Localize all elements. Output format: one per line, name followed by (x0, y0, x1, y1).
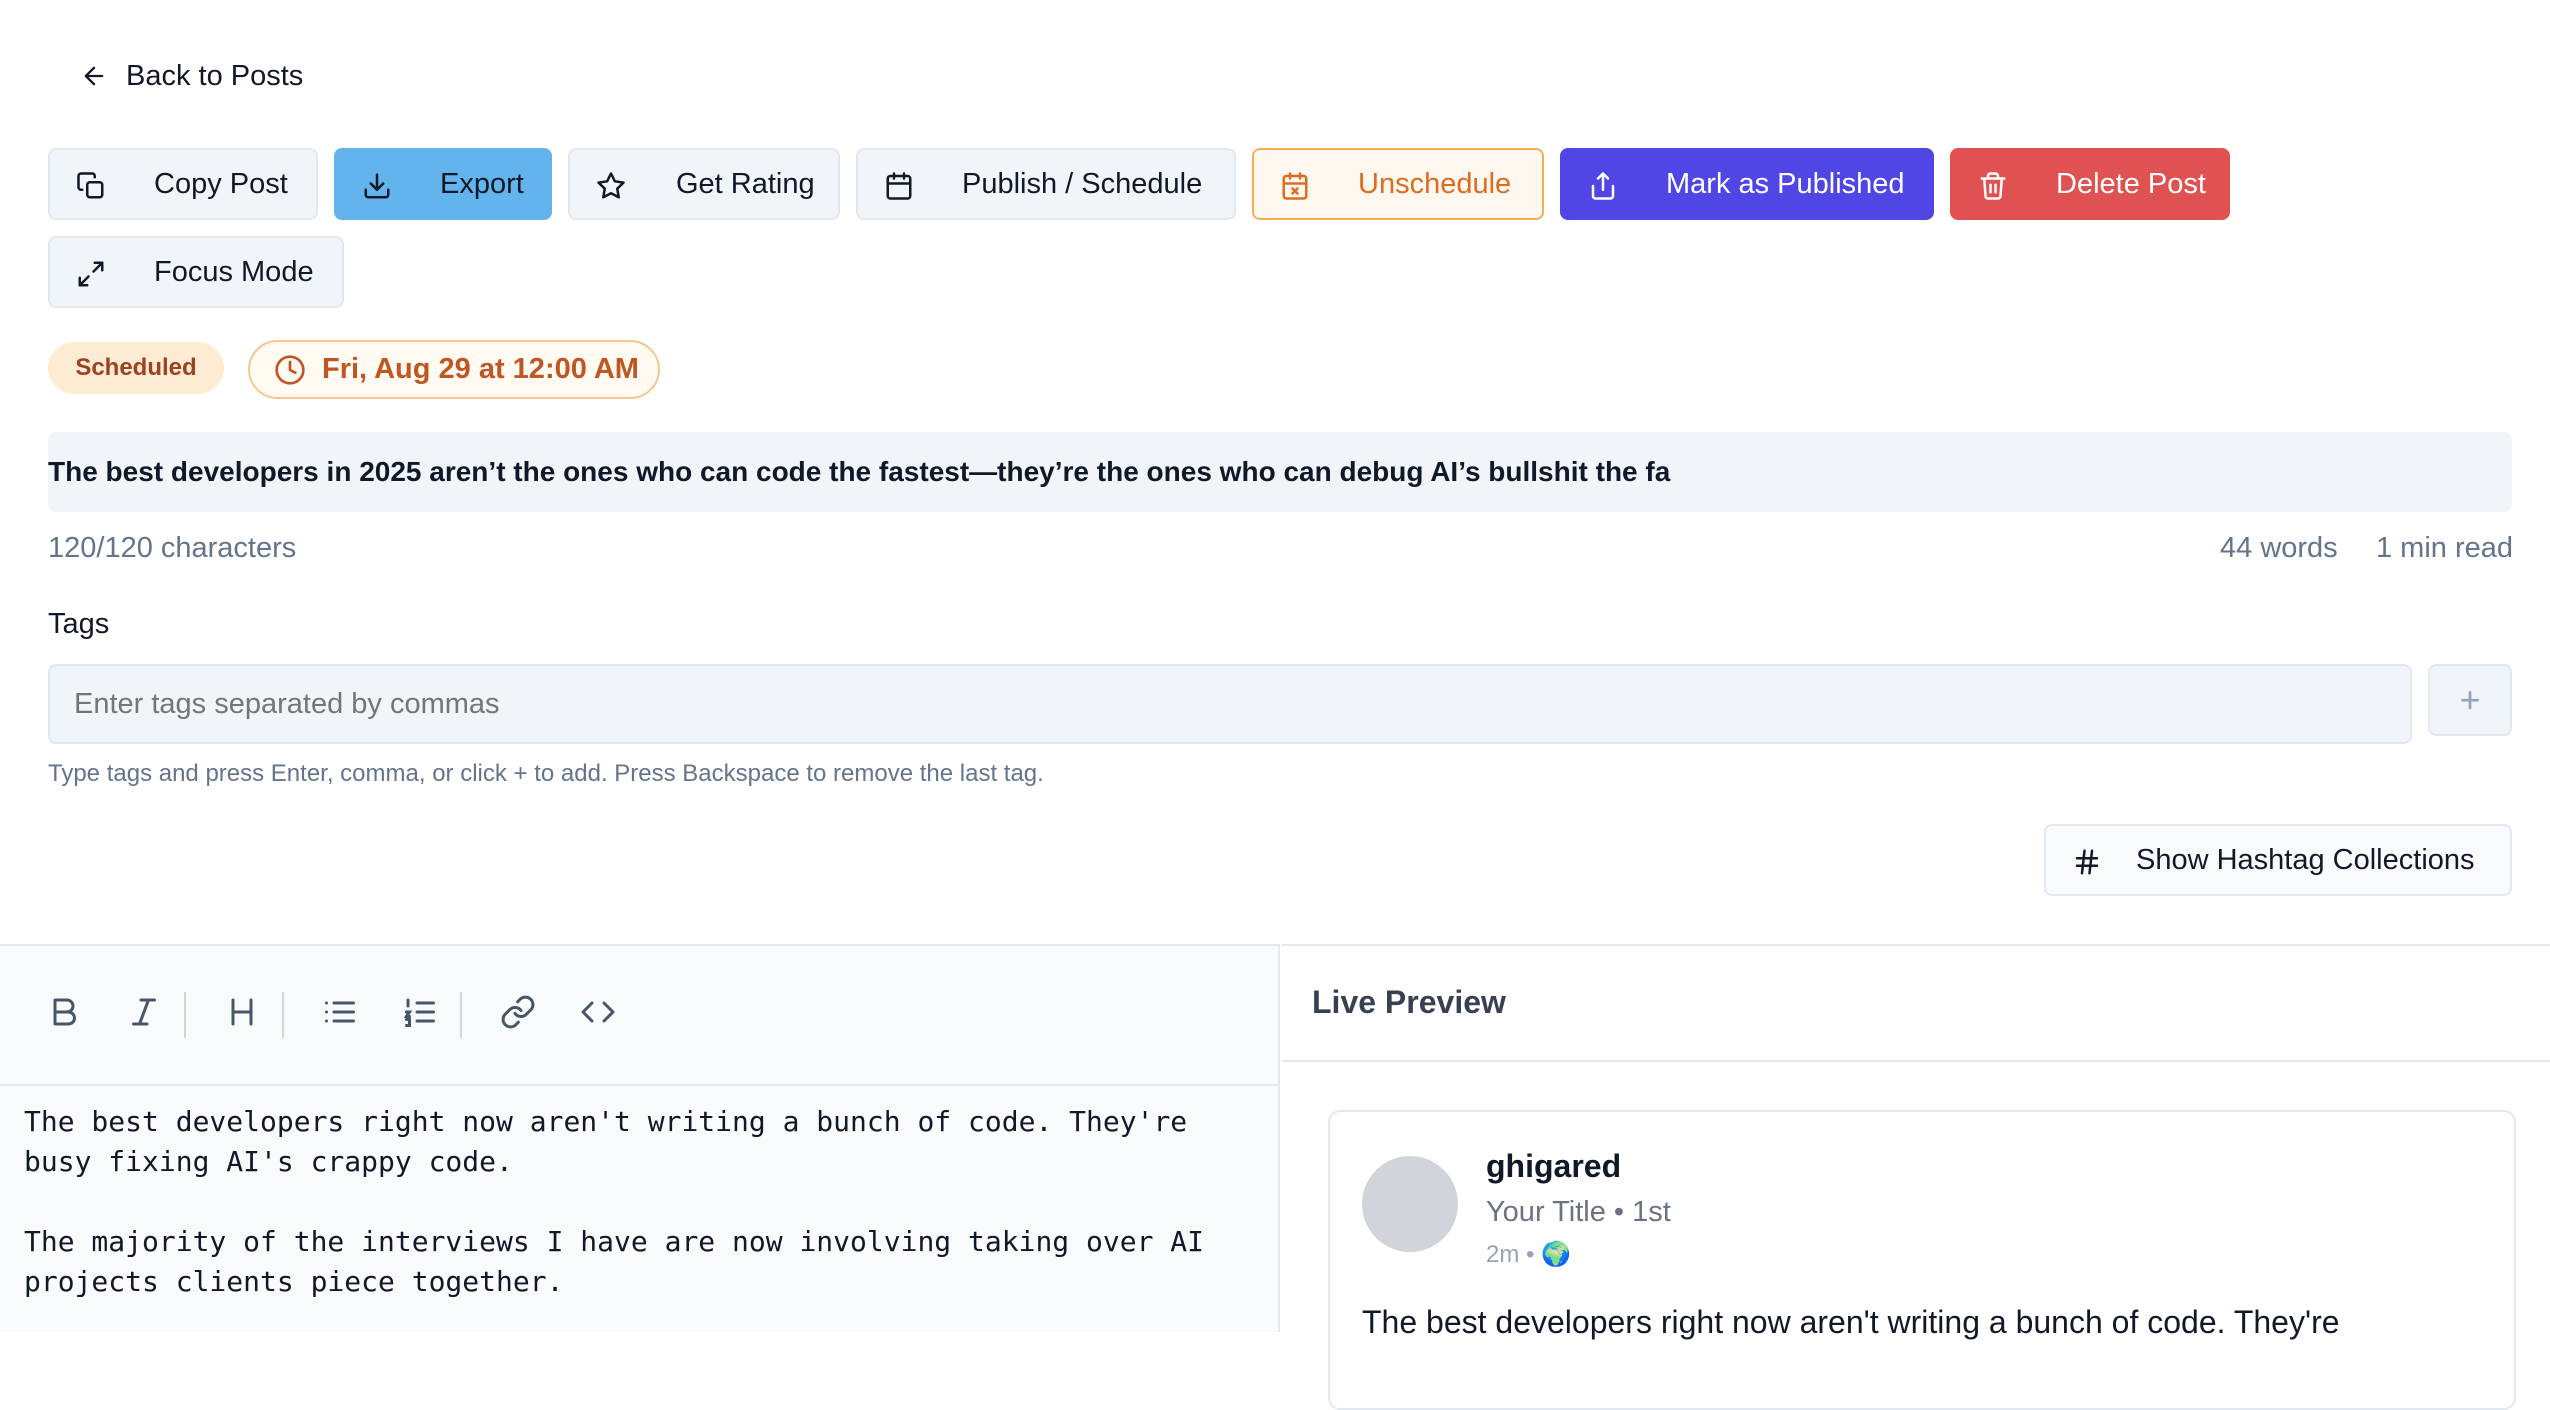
scheduled-date-text: Fri, Aug 29 at 12:00 AM (322, 353, 639, 385)
editor-toolbar (0, 946, 1278, 1086)
calendar-icon (886, 172, 912, 200)
scheduled-date-pill: Fri, Aug 29 at 12:00 AM (248, 340, 660, 399)
trash-icon (1980, 172, 2006, 200)
back-to-posts-link[interactable]: Back to Posts (80, 56, 303, 96)
unschedule-button[interactable]: Unschedule (1252, 148, 1544, 220)
toolbar-divider (184, 992, 186, 1038)
share-upload-icon (1591, 172, 1615, 200)
mark-as-published-label: Mark as Published (1666, 168, 1905, 200)
toolbar-divider (282, 992, 284, 1038)
link-icon[interactable] (500, 994, 536, 1030)
copy-icon (77, 172, 104, 199)
code-icon[interactable] (580, 994, 616, 1030)
toolbar-divider (460, 992, 462, 1038)
preview-author-subtitle: Your Title • 1st (1486, 1196, 1671, 1228)
preview-post-time: 2m • 🌍 (1486, 1241, 1571, 1268)
live-preview-panel: Live Preview ghigared Your Title • 1st 2… (1282, 944, 2550, 1410)
live-preview-title: Live Preview (1312, 984, 1506, 1020)
preview-post-text: The best developers right now aren't wri… (1362, 1304, 2340, 1340)
show-hashtag-collections-label: Show Hashtag Collections (2136, 844, 2475, 876)
star-icon (597, 172, 625, 199)
word-count: 44 words (2220, 532, 2338, 564)
tags-label: Tags (48, 608, 110, 640)
numbered-list-icon[interactable] (402, 994, 438, 1030)
back-label: Back to Posts (126, 59, 304, 92)
delete-post-label: Delete Post (2056, 168, 2206, 200)
download-icon (364, 173, 390, 199)
arrow-left-icon (84, 66, 104, 86)
hash-icon (2075, 849, 2099, 875)
status-badge: Scheduled (48, 342, 224, 394)
heading-icon[interactable] (224, 994, 260, 1030)
focus-mode-button[interactable]: Focus Mode (48, 236, 344, 308)
get-rating-label: Get Rating (676, 168, 815, 200)
publish-schedule-button[interactable]: Publish / Schedule (856, 148, 1236, 220)
maximize-icon (78, 261, 104, 287)
italic-icon[interactable] (126, 994, 162, 1030)
add-tag-button[interactable]: + (2428, 664, 2512, 736)
character-count: 120/120 characters (48, 532, 297, 564)
bold-icon[interactable] (46, 994, 82, 1030)
markdown-editor: The best developers right now aren't wri… (0, 944, 1280, 1332)
show-hashtag-collections-button[interactable]: Show Hashtag Collections (2044, 824, 2512, 896)
publish-schedule-label: Publish / Schedule (962, 168, 1203, 200)
read-time: 1 min read (2376, 532, 2514, 564)
calendar-x-icon (1282, 172, 1308, 200)
copy-post-button[interactable]: Copy Post (48, 148, 318, 220)
preview-post-card: ghigared Your Title • 1st 2m • 🌍 The bes… (1328, 1110, 2516, 1410)
export-label: Export (440, 168, 524, 200)
focus-mode-label: Focus Mode (154, 256, 314, 288)
bullet-list-icon[interactable] (322, 994, 358, 1030)
preview-author-name: ghigared (1486, 1148, 1622, 1184)
editor-textarea[interactable]: The best developers right now aren't wri… (24, 1102, 1264, 1302)
post-title-input[interactable]: The best developers in 2025 aren’t the o… (48, 432, 2512, 512)
mark-as-published-button[interactable]: Mark as Published (1560, 148, 1934, 220)
copy-post-label: Copy Post (154, 168, 288, 200)
tags-input[interactable] (48, 664, 2412, 744)
tags-help-text: Type tags and press Enter, comma, or cli… (48, 760, 1044, 787)
unschedule-label: Unschedule (1358, 168, 1512, 200)
clock-icon (275, 354, 305, 385)
live-preview-header: Live Preview (1282, 946, 2550, 1062)
get-rating-button[interactable]: Get Rating (568, 148, 840, 220)
delete-post-button[interactable]: Delete Post (1950, 148, 2230, 220)
export-button[interactable]: Export (334, 148, 552, 220)
avatar (1362, 1156, 1458, 1252)
